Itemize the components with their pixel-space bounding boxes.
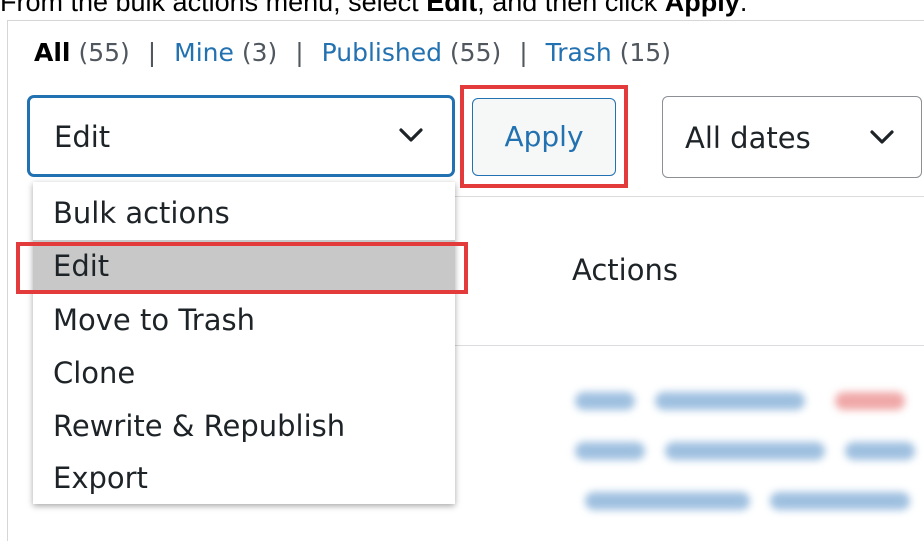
filter-trash-count: (15) — [619, 38, 671, 67]
filter-published-count: (55) — [449, 38, 502, 67]
blurred-row-action — [835, 392, 905, 410]
filter-mine-link[interactable]: Mine — [174, 38, 234, 67]
apply-highlight-box — [460, 85, 628, 188]
caption-apply-word: Apply — [664, 0, 740, 17]
filter-published-link[interactable]: Published — [322, 38, 442, 67]
filter-mine-count: (3) — [241, 38, 278, 67]
dropdown-option-bulk-actions[interactable]: Bulk actions — [33, 187, 455, 240]
caption-edit-word: Edit — [426, 0, 478, 17]
filter-separator: | — [295, 38, 304, 67]
chevron-down-icon — [398, 126, 424, 144]
blurred-row-action — [575, 442, 645, 460]
status-filter-links: All (55) | Mine (3) | Published (55) | T… — [34, 36, 671, 70]
dates-filter-select[interactable]: All dates — [662, 96, 922, 178]
dropdown-option-move-to-trash[interactable]: Move to Trash — [33, 294, 455, 347]
instruction-caption: From the bulk actions menu, select Edit,… — [0, 0, 924, 20]
bulk-actions-dropdown: Bulk actions Edit Move to Trash Clone Re… — [33, 182, 455, 504]
filter-separator: | — [147, 38, 157, 67]
bulk-actions-selected-value: Edit — [54, 120, 111, 154]
bulk-actions-select[interactable]: Edit — [28, 96, 454, 176]
chevron-down-icon — [869, 128, 895, 146]
edit-highlight-box — [16, 242, 468, 294]
caption-text-suffix: . — [739, 0, 748, 17]
filter-separator: | — [519, 38, 528, 67]
table-row-divider — [455, 345, 924, 346]
caption-text-middle: , and then click — [477, 0, 665, 17]
blurred-row-action — [655, 392, 805, 410]
dropdown-option-clone[interactable]: Clone — [33, 347, 455, 400]
blurred-row-action — [770, 492, 910, 510]
filter-all-count: (55) — [78, 38, 130, 67]
dropdown-option-export[interactable]: Export — [33, 452, 455, 505]
table-header-divider — [455, 196, 924, 197]
dates-filter-selected-value: All dates — [685, 121, 811, 155]
blurred-row-action — [575, 392, 635, 410]
blurred-row-action — [845, 442, 915, 460]
dropdown-option-rewrite-republish[interactable]: Rewrite & Republish — [33, 400, 455, 453]
actions-column-header: Actions — [572, 253, 678, 287]
filter-trash-link[interactable]: Trash — [546, 38, 612, 67]
caption-text: From the bulk actions menu, select — [0, 0, 427, 17]
filter-all-link[interactable]: All — [34, 38, 71, 67]
blurred-row-action — [585, 492, 750, 510]
blurred-row-action — [665, 442, 825, 460]
